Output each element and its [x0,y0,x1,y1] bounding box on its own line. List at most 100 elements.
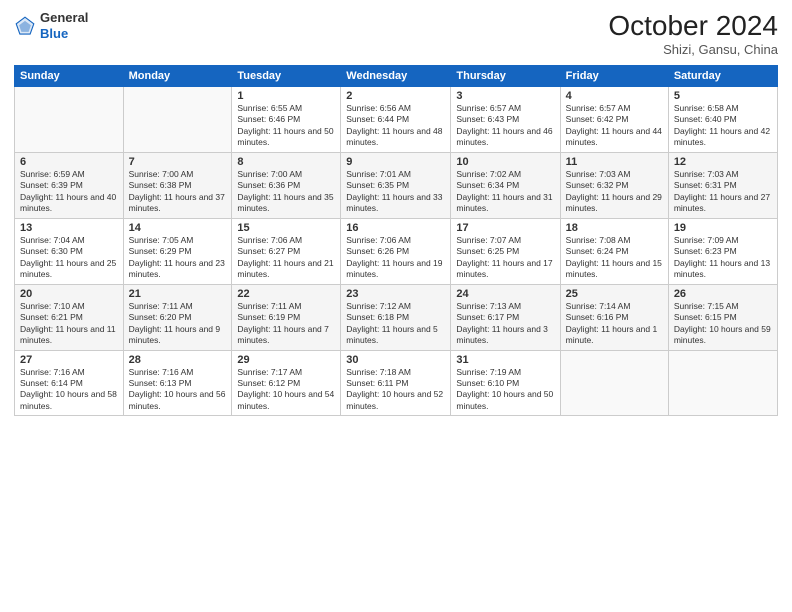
calendar-day-cell: 25Sunrise: 7:14 AMSunset: 6:16 PMDayligh… [560,284,668,350]
location: Shizi, Gansu, China [608,42,778,57]
day-number: 16 [346,222,445,234]
calendar-day-cell: 30Sunrise: 7:18 AMSunset: 6:11 PMDayligh… [341,350,451,416]
day-number: 26 [674,288,772,300]
weekday-header: Tuesday [232,66,341,87]
day-info: Sunrise: 7:11 AMSunset: 6:19 PMDaylight:… [237,301,335,347]
calendar-day-cell: 28Sunrise: 7:16 AMSunset: 6:13 PMDayligh… [123,350,232,416]
day-info: Sunrise: 7:16 AMSunset: 6:13 PMDaylight:… [129,367,227,413]
header-row: SundayMondayTuesdayWednesdayThursdayFrid… [15,66,778,87]
day-info: Sunrise: 7:00 AMSunset: 6:36 PMDaylight:… [237,169,335,215]
calendar-day-cell: 10Sunrise: 7:02 AMSunset: 6:34 PMDayligh… [451,152,560,218]
day-info: Sunrise: 7:01 AMSunset: 6:35 PMDaylight:… [346,169,445,215]
calendar-day-cell: 29Sunrise: 7:17 AMSunset: 6:12 PMDayligh… [232,350,341,416]
day-info: Sunrise: 7:03 AMSunset: 6:32 PMDaylight:… [566,169,663,215]
day-number: 24 [456,288,554,300]
day-info: Sunrise: 7:04 AMSunset: 6:30 PMDaylight:… [20,235,118,281]
day-info: Sunrise: 7:15 AMSunset: 6:15 PMDaylight:… [674,301,772,347]
calendar-day-cell: 5Sunrise: 6:58 AMSunset: 6:40 PMDaylight… [668,87,777,153]
calendar-day-cell: 12Sunrise: 7:03 AMSunset: 6:31 PMDayligh… [668,152,777,218]
weekday-header: Sunday [15,66,124,87]
weekday-header: Saturday [668,66,777,87]
day-number: 13 [20,222,118,234]
calendar-day-cell: 1Sunrise: 6:55 AMSunset: 6:46 PMDaylight… [232,87,341,153]
weekday-header: Wednesday [341,66,451,87]
calendar-day-cell: 9Sunrise: 7:01 AMSunset: 6:35 PMDaylight… [341,152,451,218]
calendar-day-cell: 15Sunrise: 7:06 AMSunset: 6:27 PMDayligh… [232,218,341,284]
weekday-header: Thursday [451,66,560,87]
day-info: Sunrise: 7:16 AMSunset: 6:14 PMDaylight:… [20,367,118,413]
day-number: 11 [566,156,663,168]
day-info: Sunrise: 7:19 AMSunset: 6:10 PMDaylight:… [456,367,554,413]
day-number: 18 [566,222,663,234]
day-number: 23 [346,288,445,300]
calendar-week-row: 20Sunrise: 7:10 AMSunset: 6:21 PMDayligh… [15,284,778,350]
logo-blue: Blue [40,26,68,41]
calendar-day-cell: 11Sunrise: 7:03 AMSunset: 6:32 PMDayligh… [560,152,668,218]
day-number: 10 [456,156,554,168]
day-info: Sunrise: 7:07 AMSunset: 6:25 PMDaylight:… [456,235,554,281]
day-info: Sunrise: 7:11 AMSunset: 6:20 PMDaylight:… [129,301,227,347]
day-info: Sunrise: 7:06 AMSunset: 6:27 PMDaylight:… [237,235,335,281]
day-number: 20 [20,288,118,300]
day-info: Sunrise: 6:59 AMSunset: 6:39 PMDaylight:… [20,169,118,215]
calendar-day-cell [560,350,668,416]
calendar-day-cell: 21Sunrise: 7:11 AMSunset: 6:20 PMDayligh… [123,284,232,350]
calendar-day-cell [123,87,232,153]
logo: General Blue [14,10,88,41]
day-number: 25 [566,288,663,300]
day-info: Sunrise: 7:02 AMSunset: 6:34 PMDaylight:… [456,169,554,215]
calendar-day-cell: 31Sunrise: 7:19 AMSunset: 6:10 PMDayligh… [451,350,560,416]
calendar-table: SundayMondayTuesdayWednesdayThursdayFrid… [14,65,778,416]
calendar-day-cell: 23Sunrise: 7:12 AMSunset: 6:18 PMDayligh… [341,284,451,350]
day-number: 29 [237,354,335,366]
calendar-day-cell: 16Sunrise: 7:06 AMSunset: 6:26 PMDayligh… [341,218,451,284]
day-number: 1 [237,90,335,102]
day-info: Sunrise: 7:05 AMSunset: 6:29 PMDaylight:… [129,235,227,281]
calendar-day-cell [15,87,124,153]
calendar-day-cell: 2Sunrise: 6:56 AMSunset: 6:44 PMDaylight… [341,87,451,153]
day-number: 28 [129,354,227,366]
day-info: Sunrise: 7:00 AMSunset: 6:38 PMDaylight:… [129,169,227,215]
day-info: Sunrise: 6:58 AMSunset: 6:40 PMDaylight:… [674,103,772,149]
day-info: Sunrise: 7:12 AMSunset: 6:18 PMDaylight:… [346,301,445,347]
day-info: Sunrise: 7:08 AMSunset: 6:24 PMDaylight:… [566,235,663,281]
day-number: 14 [129,222,227,234]
calendar-day-cell: 14Sunrise: 7:05 AMSunset: 6:29 PMDayligh… [123,218,232,284]
calendar-day-cell: 13Sunrise: 7:04 AMSunset: 6:30 PMDayligh… [15,218,124,284]
day-number: 19 [674,222,772,234]
weekday-header: Friday [560,66,668,87]
day-info: Sunrise: 7:14 AMSunset: 6:16 PMDaylight:… [566,301,663,347]
day-number: 15 [237,222,335,234]
logo-text-block: General Blue [40,10,88,41]
day-info: Sunrise: 6:55 AMSunset: 6:46 PMDaylight:… [237,103,335,149]
day-number: 6 [20,156,118,168]
logo-general: General [40,10,88,25]
day-number: 2 [346,90,445,102]
day-info: Sunrise: 7:17 AMSunset: 6:12 PMDaylight:… [237,367,335,413]
day-number: 31 [456,354,554,366]
day-number: 7 [129,156,227,168]
day-number: 5 [674,90,772,102]
day-number: 27 [20,354,118,366]
day-number: 3 [456,90,554,102]
calendar-day-cell: 24Sunrise: 7:13 AMSunset: 6:17 PMDayligh… [451,284,560,350]
calendar-day-cell: 3Sunrise: 6:57 AMSunset: 6:43 PMDaylight… [451,87,560,153]
calendar-day-cell: 27Sunrise: 7:16 AMSunset: 6:14 PMDayligh… [15,350,124,416]
day-number: 22 [237,288,335,300]
calendar-day-cell: 4Sunrise: 6:57 AMSunset: 6:42 PMDaylight… [560,87,668,153]
day-info: Sunrise: 7:13 AMSunset: 6:17 PMDaylight:… [456,301,554,347]
day-number: 21 [129,288,227,300]
day-info: Sunrise: 7:09 AMSunset: 6:23 PMDaylight:… [674,235,772,281]
day-info: Sunrise: 6:57 AMSunset: 6:43 PMDaylight:… [456,103,554,149]
month-title: October 2024 [608,10,778,42]
day-info: Sunrise: 7:03 AMSunset: 6:31 PMDaylight:… [674,169,772,215]
day-info: Sunrise: 7:10 AMSunset: 6:21 PMDaylight:… [20,301,118,347]
logo-icon [14,15,36,37]
day-number: 4 [566,90,663,102]
weekday-header: Monday [123,66,232,87]
calendar-day-cell: 22Sunrise: 7:11 AMSunset: 6:19 PMDayligh… [232,284,341,350]
day-info: Sunrise: 7:18 AMSunset: 6:11 PMDaylight:… [346,367,445,413]
calendar-day-cell: 6Sunrise: 6:59 AMSunset: 6:39 PMDaylight… [15,152,124,218]
day-info: Sunrise: 6:56 AMSunset: 6:44 PMDaylight:… [346,103,445,149]
calendar-day-cell: 7Sunrise: 7:00 AMSunset: 6:38 PMDaylight… [123,152,232,218]
